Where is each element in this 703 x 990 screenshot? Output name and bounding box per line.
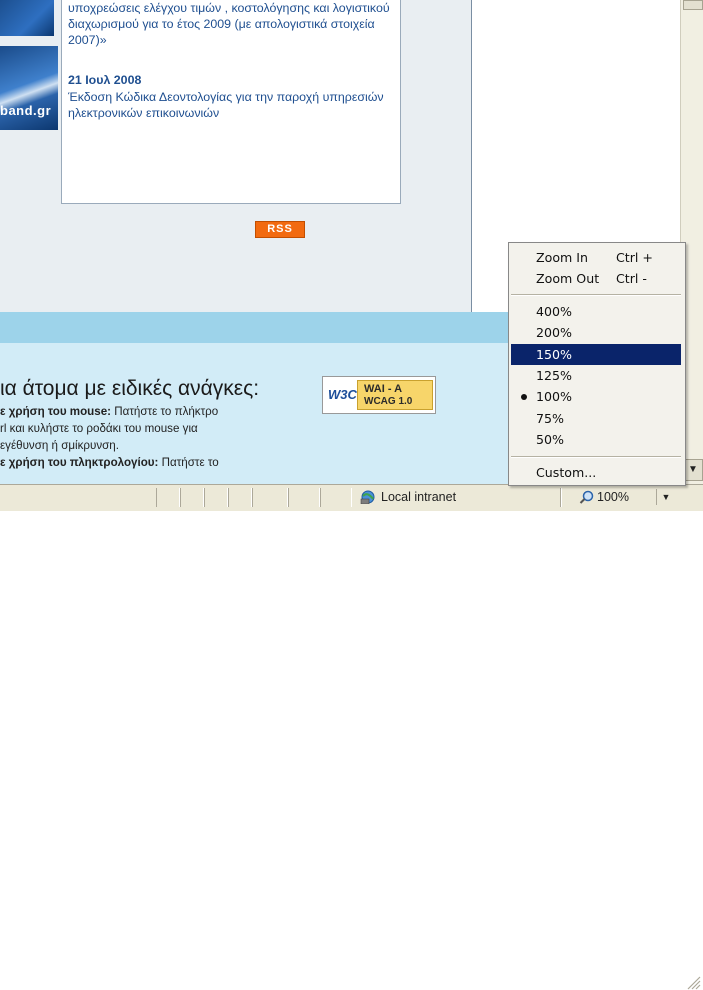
zoom-menu: Zoom In Ctrl + Zoom Out Ctrl - 400% 200%… — [508, 242, 686, 486]
intranet-globe-icon — [360, 490, 375, 504]
news-item-2-text[interactable]: Έκδοση Κώδικα Δεοντολογίας για την παροχ… — [68, 89, 398, 121]
broadband-banner[interactable]: band.gr — [0, 46, 58, 130]
security-zone-label: Local intranet — [381, 490, 457, 504]
menu-separator — [511, 456, 681, 458]
accessibility-line-4: ε χρήση του πληκτρολογίου: Πατήστε το — [0, 456, 219, 469]
zoom-level-label: 75% — [536, 411, 564, 426]
menu-item-zoom-400[interactable]: 400% — [511, 301, 681, 322]
status-cell — [320, 488, 352, 507]
w3c-wai-a-badge[interactable]: W3C WAI - A WCAG 1.0 — [322, 376, 436, 414]
zoom-magnifier-icon — [579, 490, 594, 504]
menu-item-zoom-out[interactable]: Zoom Out Ctrl - — [511, 268, 681, 289]
accessibility-line-2: rl και κυλήστε το ροδάκι του mouse για — [0, 422, 198, 435]
keyboard-usage-label: ε χρήση του πληκτρολογίου: — [0, 456, 159, 469]
wai-badge: WAI - A WCAG 1.0 — [357, 380, 433, 410]
scroll-down-arrow-icon: ▼ — [688, 464, 698, 475]
wcag-version: WCAG 1.0 — [364, 396, 413, 407]
news-item-1-text[interactable]: υποχρεώσεις ελέγχου τιμών , κοστολόγησης… — [68, 0, 398, 48]
mouse-usage-text: Πατήστε το πλήκτρο — [111, 405, 219, 418]
accessibility-line-3: εγέθυνση ή σμίκρυνση. — [0, 439, 119, 452]
status-cell — [156, 488, 180, 507]
zoom-out-label: Zoom Out — [536, 271, 600, 286]
zoom-in-shortcut: Ctrl + — [616, 250, 653, 265]
keyboard-usage-text: Πατήστε το — [158, 456, 219, 469]
menu-item-zoom-125[interactable]: 125% — [511, 365, 681, 386]
zoom-dropdown-arrow-icon[interactable]: ▼ — [656, 489, 675, 505]
status-cell-divider — [560, 488, 562, 507]
menu-separator — [511, 294, 681, 296]
accessibility-line-1: ε χρήση του mouse: Πατήστε το πλήκτρο — [0, 405, 218, 418]
zoom-level-label: 400% — [536, 304, 573, 319]
status-cell — [252, 488, 288, 507]
menu-item-custom[interactable]: Custom... — [511, 462, 681, 483]
w3c-logo: W3C — [328, 387, 357, 402]
rss-button[interactable]: RSS — [255, 221, 305, 238]
selected-bullet-icon — [521, 394, 527, 400]
zoom-control[interactable]: 100% ▼ — [567, 488, 677, 507]
mouse-usage-label: ε χρήση του mouse: — [0, 405, 112, 418]
zoom-level-label: 100% — [536, 389, 573, 404]
menu-item-zoom-50[interactable]: 50% — [511, 429, 681, 450]
resize-grip-icon[interactable] — [685, 974, 701, 990]
status-cell — [288, 488, 320, 507]
security-zone[interactable]: Local intranet — [360, 488, 456, 507]
menu-item-zoom-in[interactable]: Zoom In Ctrl + — [511, 247, 681, 268]
status-cell — [228, 488, 252, 507]
status-bar: Local intranet 100% ▼ — [0, 484, 703, 990]
custom-zoom-label: Custom... — [536, 465, 597, 480]
zoom-in-label: Zoom In — [536, 250, 589, 265]
status-cell — [180, 488, 204, 507]
wai-level: WAI - A — [364, 383, 403, 395]
zoom-level-label: 200% — [536, 325, 573, 340]
banner-label: band.gr — [0, 103, 52, 118]
accessibility-title: ια άτομα με ειδικές ανάγκες: — [0, 377, 260, 400]
banner-image-top[interactable] — [0, 0, 54, 36]
menu-item-zoom-150[interactable]: 150% — [511, 344, 681, 365]
status-cell — [204, 488, 228, 507]
scroll-down-button[interactable]: ▼ — [683, 459, 703, 481]
zoom-level-label: 125% — [536, 368, 573, 383]
menu-item-zoom-75[interactable]: 75% — [511, 408, 681, 429]
zoom-level-value: 100% — [597, 490, 629, 504]
zoom-level-label: 50% — [536, 432, 564, 447]
menu-item-zoom-200[interactable]: 200% — [511, 322, 681, 343]
scrollbar-thumb[interactable] — [683, 0, 703, 10]
menu-item-zoom-100[interactable]: 100% — [511, 386, 681, 407]
zoom-out-shortcut: Ctrl - — [616, 271, 647, 286]
news-item-2-date: 21 Ιουλ 2008 — [68, 73, 142, 87]
zoom-level-label: 150% — [536, 347, 573, 362]
